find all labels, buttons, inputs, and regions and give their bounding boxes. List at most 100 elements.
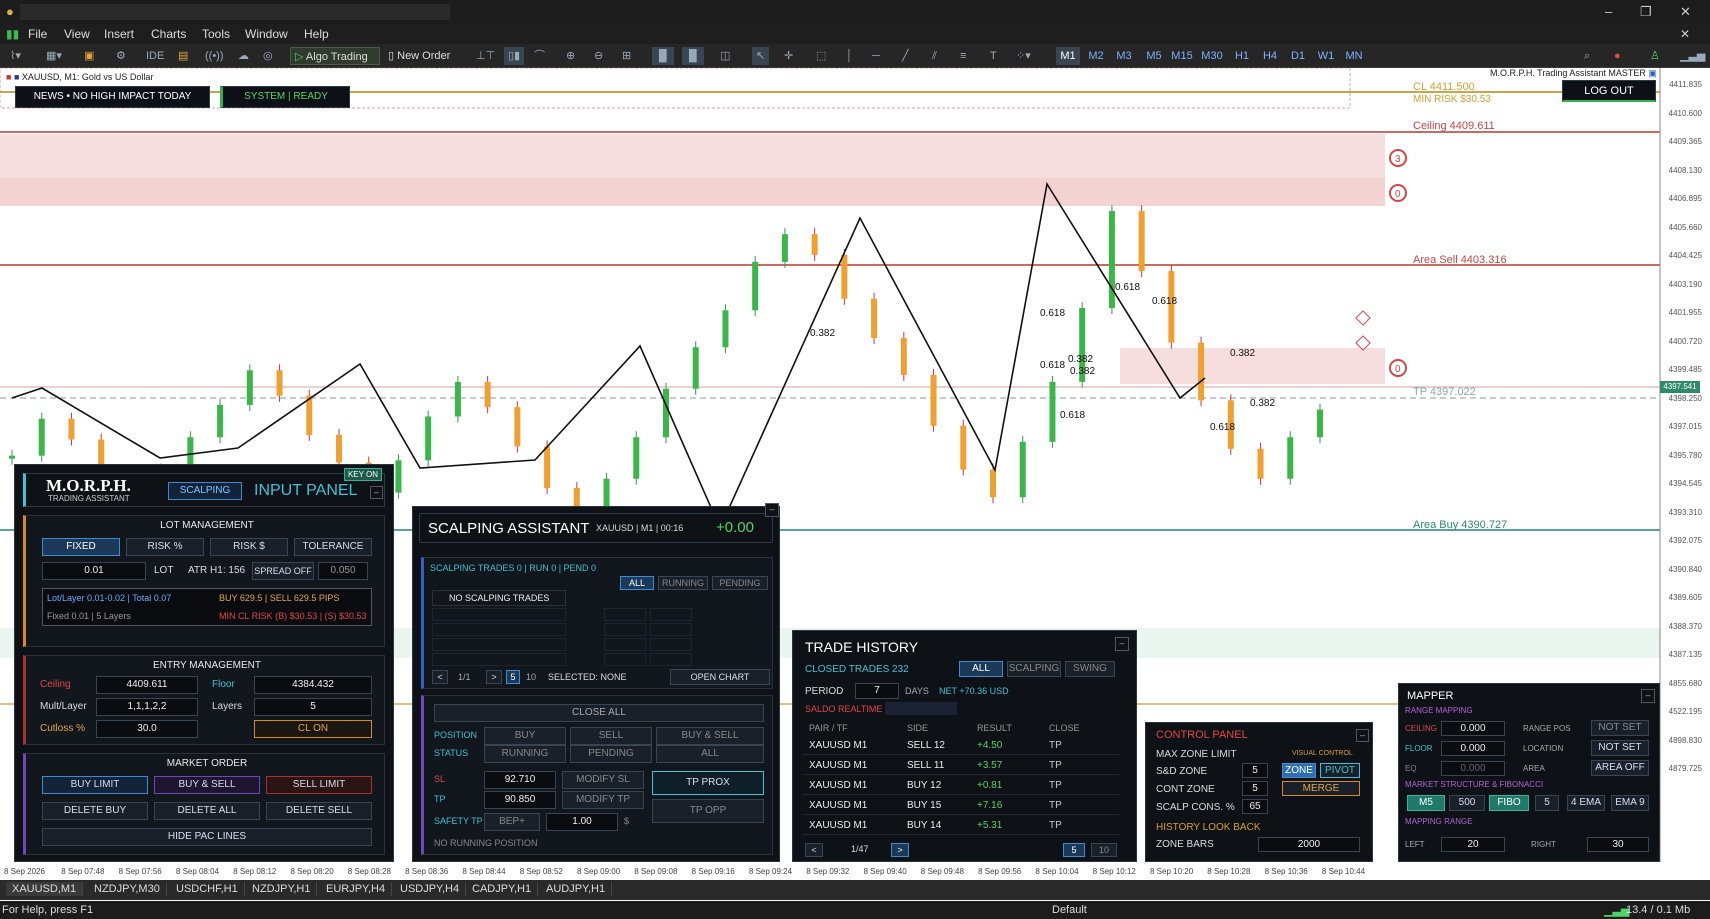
hline-icon[interactable]: ─	[872, 47, 880, 65]
ide-button[interactable]: IDE	[146, 47, 164, 65]
history-row[interactable]: XAUUSD M1 BUY 12 +0.81 TP	[803, 777, 1119, 795]
sd-zone-input[interactable]: 5	[1242, 763, 1268, 778]
timeframe-w1[interactable]: W1	[1314, 47, 1338, 65]
ms-fibo-button[interactable]: FIBO	[1489, 795, 1529, 811]
signals-icon[interactable]: ((•))	[205, 47, 224, 65]
history-row[interactable]: XAUUSD M1 BUY 15 +7.16 TP	[803, 797, 1119, 815]
menu-view[interactable]: View	[64, 27, 90, 41]
navigator-icon[interactable]: ▣	[84, 47, 94, 65]
history-row[interactable]: XAUUSD M1 BUY 14 +5.31 TP	[803, 817, 1119, 835]
position-buy-sell-button[interactable]: BUY & SELL	[656, 727, 764, 745]
account-icon[interactable]: ♙	[1650, 47, 1660, 65]
crosshair-icon[interactable]: ✛	[784, 47, 793, 65]
sl-input[interactable]: 92.710	[484, 771, 556, 789]
tp-prox-button[interactable]: TP PROX	[652, 771, 764, 795]
minimize-scalping-button[interactable]: –	[765, 503, 779, 517]
right-input[interactable]: 30	[1587, 837, 1649, 852]
tp-opp-button[interactable]: TP OPP	[652, 799, 764, 823]
vps-icon[interactable]: ◎	[263, 47, 273, 65]
timeframe-m2[interactable]: M2	[1084, 47, 1108, 65]
line-chart-icon[interactable]: ⌒	[534, 47, 545, 65]
ms-500-button[interactable]: 500	[1449, 795, 1485, 811]
mapper-ceiling-input[interactable]: 0.000	[1441, 721, 1505, 736]
floor-input[interactable]: 4384.432	[254, 676, 372, 694]
scalp-prev-button[interactable]: <	[432, 670, 448, 684]
delete-buy-button[interactable]: DELETE BUY	[42, 802, 148, 820]
safety-tp-input[interactable]: 1.00	[546, 813, 618, 831]
menu-tools[interactable]: Tools	[202, 27, 230, 41]
modify-sl-button[interactable]: MODIFY SL	[562, 771, 644, 789]
position-sell-button[interactable]: SELL	[570, 727, 652, 745]
merge-button[interactable]: MERGE	[1282, 781, 1360, 796]
lot-tab-risk-dollar[interactable]: RISK $	[210, 538, 288, 556]
timeframe-d1[interactable]: D1	[1286, 47, 1310, 65]
menu-insert[interactable]: Insert	[104, 27, 134, 41]
notification-icon[interactable]: ●	[1614, 47, 1621, 65]
close-icon[interactable]: ✕	[1680, 4, 1691, 20]
history-next-button[interactable]: >	[891, 843, 909, 857]
menu-window[interactable]: Window	[245, 27, 288, 41]
tp-input[interactable]: 90.850	[484, 791, 556, 809]
chart-tab[interactable]: EURJPY,H4	[320, 882, 393, 896]
timeframe-h4[interactable]: H4	[1258, 47, 1282, 65]
status-all-button[interactable]: ALL	[656, 745, 764, 763]
search-icon[interactable]: ⌕	[1584, 47, 1590, 65]
new-order-button[interactable]: ▯ New Order	[388, 47, 450, 65]
restore-icon[interactable]: ❐	[1640, 4, 1652, 20]
bar-chart-icon[interactable]: ⊥⊤	[476, 47, 495, 65]
filter-all-button[interactable]: ALL	[620, 576, 654, 590]
chart-tab[interactable]: CADJPY,H1	[466, 882, 539, 896]
cloud-icon[interactable]: ☁	[238, 47, 249, 65]
text-icon[interactable]: T	[990, 47, 997, 65]
chart-tab[interactable]: NZDJPY,H1	[246, 882, 318, 896]
status-running-button[interactable]: RUNNING	[484, 745, 566, 763]
cont-zone-input[interactable]: 5	[1242, 781, 1268, 796]
logout-button[interactable]: LOG OUT	[1562, 80, 1656, 102]
history-filter-scalping[interactable]: SCALPING	[1007, 661, 1061, 677]
hide-pac-lines-button[interactable]: HIDE PAC LINES	[42, 828, 372, 846]
minimize-history-button[interactable]: –	[1115, 637, 1129, 651]
vline-icon[interactable]: │	[846, 47, 853, 65]
scalp-cons-input[interactable]: 65	[1242, 799, 1268, 814]
filter-running-button[interactable]: RUNNING	[658, 576, 708, 590]
rectangle-icon[interactable]: ⬚	[816, 47, 826, 65]
ms-ema9-button[interactable]: EMA 9	[1611, 795, 1649, 811]
strategy-icon[interactable]: ⚙	[116, 47, 126, 65]
candle-chart-icon[interactable]: ▯▮	[504, 47, 525, 65]
left-input[interactable]: 20	[1441, 837, 1505, 852]
menu-close-icon[interactable]: ✕	[1680, 27, 1690, 41]
ms-4ema-button[interactable]: 4 EMA	[1567, 795, 1605, 811]
scalp-size-10-button[interactable]: 10	[526, 672, 536, 682]
lot-tab-tolerance[interactable]: TOLERANCE	[294, 538, 372, 556]
open-chart-button[interactable]: OPEN CHART	[670, 669, 770, 685]
timeframe-mn[interactable]: MN	[1342, 47, 1366, 65]
spread-value-input[interactable]: 0.050	[318, 562, 368, 580]
history-row[interactable]: XAUUSD M1 SELL 12 +4.50 TP	[803, 737, 1119, 755]
timeframe-m3[interactable]: M3	[1112, 47, 1136, 65]
sell-limit-button[interactable]: SELL LIMIT	[266, 776, 372, 794]
scalp-next-button[interactable]: >	[486, 670, 502, 684]
area-toggle-button[interactable]: AREA OFF	[1591, 760, 1649, 776]
eq-input[interactable]: 0.000	[1441, 761, 1505, 776]
autoscroll-icon[interactable]: ▐▌	[652, 47, 674, 65]
timeframe-m15[interactable]: M15	[1170, 47, 1194, 65]
history-size-10[interactable]: 10	[1091, 843, 1117, 857]
timeframe-m5[interactable]: M5	[1142, 47, 1166, 65]
menu-file[interactable]: File	[28, 27, 47, 41]
fibo-icon[interactable]: ≡	[960, 47, 966, 65]
modify-tp-button[interactable]: MODIFY TP	[562, 791, 644, 809]
position-buy-button[interactable]: BUY	[484, 727, 566, 745]
bep-button[interactable]: BEP+	[484, 813, 540, 831]
filter-pending-button[interactable]: PENDING	[712, 576, 768, 590]
market-icon[interactable]: ▤	[178, 47, 188, 65]
status-pending-button[interactable]: PENDING	[570, 745, 652, 763]
profiles-icon[interactable]: ▦▾	[46, 47, 62, 65]
signal-bars-icon[interactable]: ▁▃▅	[1680, 47, 1705, 65]
mode-scalping-button[interactable]: SCALPING	[168, 482, 242, 500]
delete-all-button[interactable]: DELETE ALL	[154, 802, 260, 820]
buy-limit-button[interactable]: BUY LIMIT	[42, 776, 148, 794]
minimize-mapper-button[interactable]: –	[1641, 689, 1655, 703]
algo-trading-button[interactable]: ▷ Algo Trading	[290, 47, 380, 65]
timeframe-m1[interactable]: M1	[1056, 47, 1080, 65]
zoom-in-icon[interactable]: ⊕	[566, 47, 575, 65]
